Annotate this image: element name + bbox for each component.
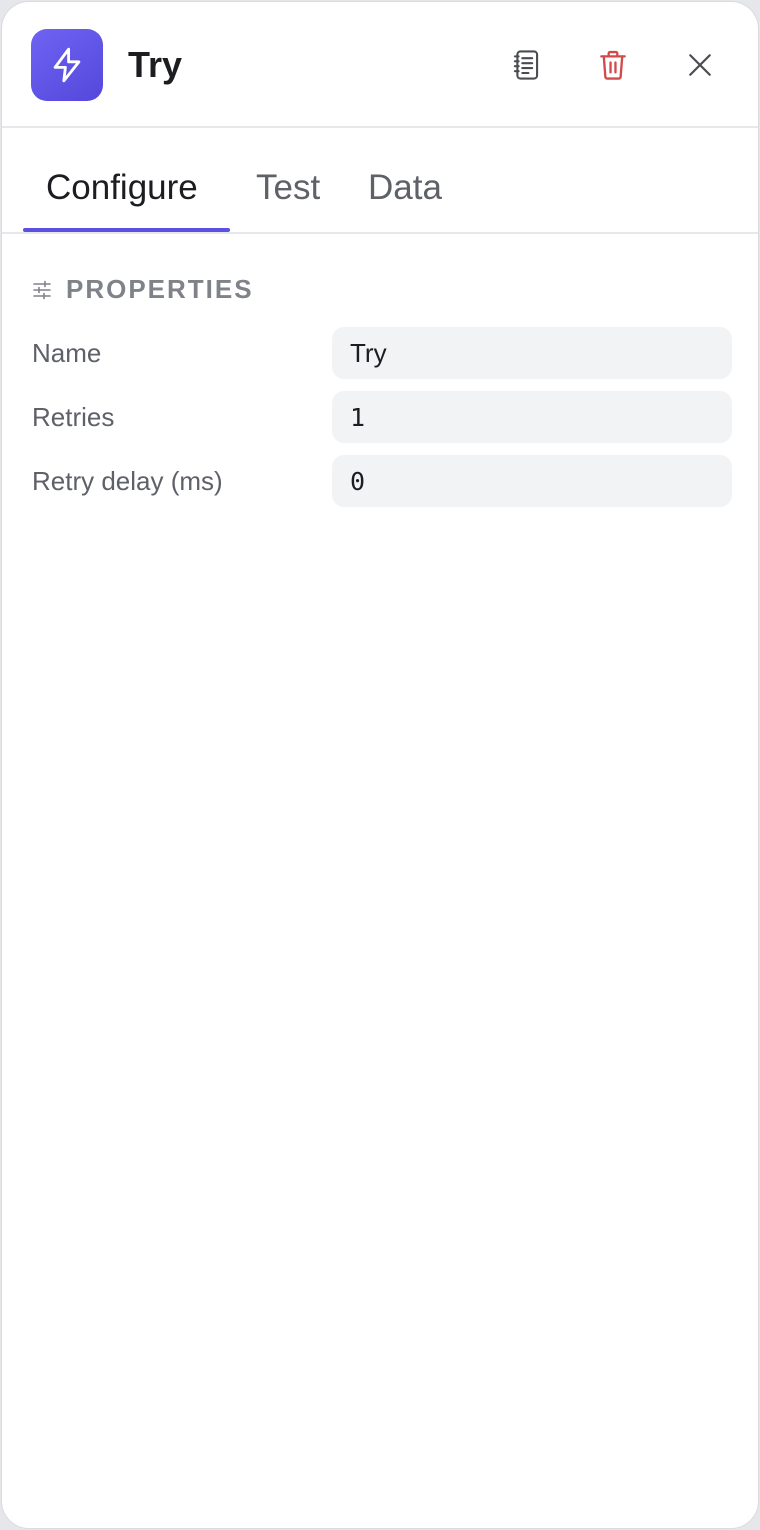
tab-configure[interactable]: Configure (46, 164, 198, 224)
notes-button[interactable] (503, 42, 549, 88)
active-tab-indicator (23, 228, 230, 232)
retry-delay-label: Retry delay (ms) (32, 466, 223, 496)
tab-test[interactable]: Test (256, 164, 320, 224)
close-button[interactable] (677, 42, 723, 88)
node-config-panel: Try Configure Test Data PROPERTIES Name … (1, 1, 759, 1529)
tab-data[interactable]: Data (368, 164, 442, 224)
node-type-badge (31, 29, 103, 101)
sliders-icon (33, 280, 51, 299)
retries-label: Retries (32, 402, 115, 432)
name-label: Name (32, 338, 102, 368)
panel-header: Try (2, 2, 758, 128)
trash-icon (600, 50, 626, 80)
delete-button[interactable] (590, 42, 636, 88)
retries-input[interactable] (332, 391, 732, 443)
node-title: Try (128, 44, 183, 85)
retry-delay-input[interactable] (332, 455, 732, 507)
close-icon (689, 54, 711, 76)
lightning-bolt-icon (53, 47, 81, 83)
section-title: PROPERTIES (66, 274, 254, 304)
name-input[interactable] (332, 327, 732, 379)
properties-section-header: PROPERTIES (32, 274, 254, 305)
tab-bar: Configure Test Data (2, 128, 758, 234)
notes-icon (513, 50, 539, 80)
